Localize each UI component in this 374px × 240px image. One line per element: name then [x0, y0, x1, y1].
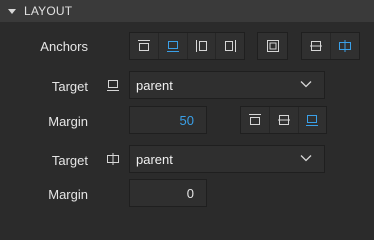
anchor-horizontal-center-icon [339, 40, 352, 52]
anchor-vertical-center-icon [310, 41, 323, 51]
anchors-row: Anchors [0, 31, 374, 61]
align-bottom-icon [306, 115, 319, 126]
margin-label: Margin [48, 187, 88, 202]
anchor-horizontal-center-button[interactable] [330, 33, 359, 59]
anchor-bottom-icon [167, 41, 180, 52]
anchor-fill-button[interactable] [258, 33, 287, 59]
anchor-fill-group [257, 32, 288, 60]
layout-section-header[interactable]: LAYOUT [0, 0, 374, 22]
anchor-center-group [301, 32, 360, 60]
margin-align-group [240, 106, 327, 134]
margin-input-1[interactable]: 50 [129, 106, 207, 134]
margin-row-2: Margin 0 [0, 178, 374, 208]
margin-row-1: Margin 50 [0, 105, 374, 135]
anchor-vertical-center-button[interactable] [302, 33, 330, 59]
target-value: parent [136, 151, 173, 167]
align-bottom-button[interactable] [297, 107, 326, 133]
anchor-left-icon [195, 40, 207, 52]
target-label: Target [51, 79, 88, 94]
target-select-1[interactable]: parent [129, 71, 325, 99]
layout-panel: LAYOUT Anchors Target parent Margin 50 T… [0, 0, 374, 216]
section-title: LAYOUT [24, 4, 73, 18]
anchor-right-icon [225, 40, 237, 52]
align-vertical-center-button[interactable] [269, 107, 297, 133]
align-top-button[interactable] [241, 107, 269, 133]
target-select-2[interactable]: parent [129, 145, 325, 173]
anchor-left-button[interactable] [186, 33, 216, 59]
anchor-top-icon [138, 40, 151, 51]
anchor-right-button[interactable] [215, 33, 244, 59]
target-row-2: Target parent [0, 144, 374, 174]
align-vertical-center-icon [277, 115, 290, 125]
anchor-fill-icon [266, 40, 279, 52]
chevron-down-icon [300, 155, 312, 162]
target-value: parent [136, 77, 173, 93]
anchor-top-button[interactable] [130, 33, 158, 59]
anchor-horizontal-center-icon [107, 153, 119, 165]
collapse-caret-icon[interactable] [8, 8, 16, 14]
margin-input-2[interactable]: 0 [129, 179, 207, 207]
target-label: Target [51, 153, 88, 168]
target-row-1: Target parent [0, 70, 374, 100]
anchor-bottom-button[interactable] [158, 33, 187, 59]
anchor-edge-group [129, 32, 245, 60]
align-top-icon [249, 114, 262, 125]
margin-label: Margin [48, 114, 88, 129]
anchor-bottom-icon [107, 80, 119, 91]
anchors-label: Anchors [40, 39, 88, 54]
chevron-down-icon [300, 81, 312, 88]
